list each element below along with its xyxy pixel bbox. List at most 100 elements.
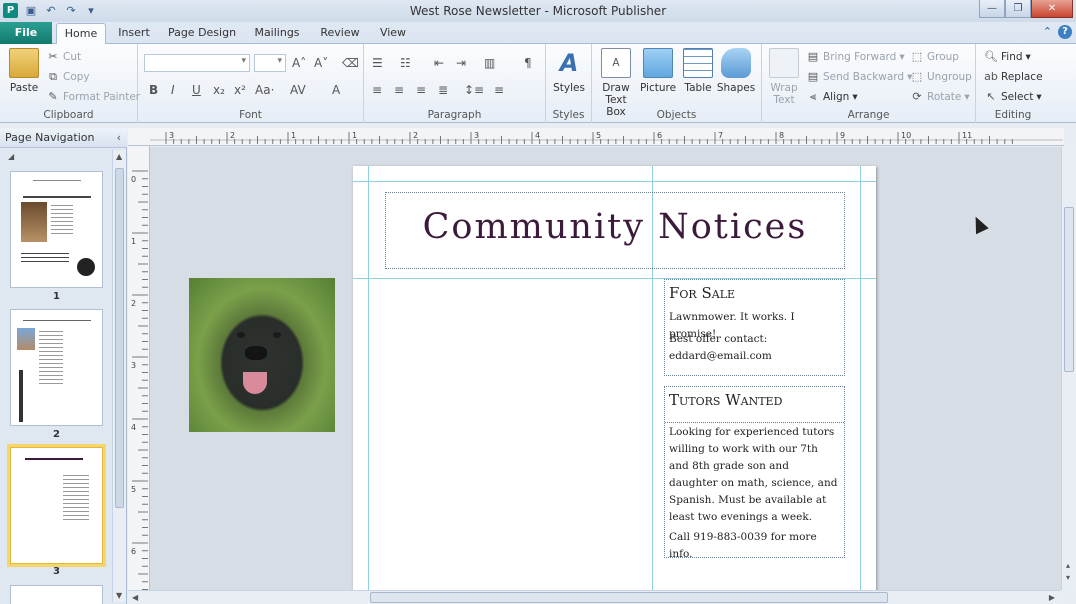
document-workspace[interactable]: Community Notices For Sale Lawnmower. It… [150,147,1061,590]
align-left-icon[interactable]: ≡ [372,83,382,97]
ungroup-button[interactable]: ⬚ Ungroup [910,70,972,84]
line-spacing-icon[interactable]: ↕≡ [464,83,484,97]
subscript-button[interactable]: x₂ [213,83,225,97]
scroll-down-icon[interactable]: ▼ [116,591,122,600]
align-button[interactable]: ⫷ Align ▾ [806,90,858,104]
styles-button[interactable]: A Styles [547,48,591,94]
font-color-button[interactable]: A [332,83,340,97]
ruler-label: 9 [840,131,845,140]
bring-forward-button[interactable]: ▤ Bring Forward ▾ [806,50,905,64]
paragraph-spacing-icon[interactable]: ≡ [494,83,504,97]
vertical-scrollbar[interactable]: ▴ ▾ [1061,147,1076,590]
scroll-up-icon[interactable]: ▴ [1066,561,1070,570]
horizontal-scrollbar[interactable]: ◀ ▶ [128,590,1061,604]
chevron-down-icon: ▾ [899,51,905,63]
wrap-text-icon [769,48,799,78]
bold-button[interactable]: B [149,83,158,97]
dog-tongue [243,372,267,394]
tab-home[interactable]: Home [56,23,106,45]
font-name-combo[interactable] [144,54,250,72]
find-button[interactable]: 🔍︎ Find ▾ [984,50,1031,64]
scroll-left-icon[interactable]: ◀ [132,593,138,602]
publisher-window: P ▣ ↶ ↷ ▾ West Rose Newsletter - Microso… [0,0,1076,604]
decrease-indent-icon[interactable]: ⇤ [434,56,444,70]
shapes-button[interactable]: Shapes [714,48,758,94]
superscript-button[interactable]: x² [234,83,246,97]
title-text-box[interactable]: Community Notices [385,192,845,269]
scroll-down-icon[interactable]: ▾ [1066,573,1070,582]
justify-icon[interactable]: ≣ [438,83,448,97]
ruler-label: 4 [131,423,136,432]
expand-arrow-icon[interactable]: ◢ [8,152,14,161]
close-icon[interactable]: ✕ [1031,0,1073,18]
send-backward-button[interactable]: ▤ Send Backward ▾ [806,70,913,84]
tab-review[interactable]: Review [314,23,366,44]
horizontal-scroll-thumb[interactable] [370,592,888,603]
draw-text-box-button[interactable]: A Draw Text Box [594,48,638,118]
page-navigation-scrollbar[interactable]: ▲ ▼ [112,150,126,602]
group-button[interactable]: ⬚ Group [910,50,959,64]
page-thumbnail-2[interactable] [10,309,103,426]
change-case-button[interactable]: Aa· [255,83,274,97]
group-clipboard: Paste ✂ Cut ⧉ Copy ✎ Format Painter Clipboa… [0,44,140,123]
ruler-label: 6 [657,131,662,140]
tab-view[interactable]: View [372,23,414,44]
thumb-text-block [21,252,69,262]
tab-mailings[interactable]: Mailings [248,23,306,44]
cut-button[interactable]: ✂ Cut [46,50,81,64]
page-number-1: 1 [53,291,60,302]
character-spacing-button[interactable]: AV [290,83,306,97]
vertical-ruler[interactable]: 0 1 2 3 4 5 6 [128,146,150,592]
tutors-wanted-text-box[interactable]: Tutors Wanted Looking for experienced tu… [664,386,845,560]
tab-page-design[interactable]: Page Design [164,23,240,44]
tab-file[interactable]: File [0,22,52,44]
dog-photo[interactable] [189,278,335,432]
numbering-icon[interactable]: ☷ [400,56,411,70]
binoculars-icon: 🔍︎ [984,50,998,63]
align-right-icon[interactable]: ≡ [416,83,426,97]
increase-indent-icon[interactable]: ⇥ [456,56,466,70]
columns-icon[interactable]: ▥ [484,56,495,70]
ungroup-icon: ⬚ [911,70,923,83]
group-label-paragraph: Paragraph [427,109,482,121]
italic-button[interactable]: I [171,83,175,97]
help-icon[interactable]: ? [1058,25,1072,39]
maximize-icon[interactable]: ❐ [1005,0,1031,18]
grow-font-icon[interactable]: A˄ [292,56,306,70]
vertical-scroll-thumb[interactable] [1064,207,1074,372]
bullets-icon[interactable]: ☰ [372,56,383,70]
thumb-text-block [39,328,63,384]
publication-page[interactable]: Community Notices For Sale Lawnmower. It… [353,166,876,590]
thumb-vertical-title [19,370,23,422]
ruler-label: 1 [291,131,296,140]
scissors-icon: ✂ [48,50,58,63]
picture-button[interactable]: Picture [636,48,680,94]
shrink-font-icon[interactable]: A˅ [314,56,328,70]
page-thumbnail-3[interactable] [7,444,106,567]
rotate-button[interactable]: ⟳ Rotate ▾ [910,90,969,104]
align-center-icon[interactable]: ≡ [394,83,404,97]
page-navigation-pane: Page Navigation ‹ ◢ 1 2 3 ▲ ▼ [0,128,127,604]
clear-formatting-icon[interactable]: ⌫ [342,56,359,70]
minimize-ribbon-icon[interactable]: ⌃ [1043,25,1052,39]
format-painter-button[interactable]: ✎ Format Painter [46,90,140,104]
select-button[interactable]: ↖ Select ▾ [984,90,1041,104]
tab-insert[interactable]: Insert [112,23,156,44]
replace-button[interactable]: ab Replace [984,70,1042,84]
text-box-icon: A [601,48,631,78]
scroll-thumb[interactable] [115,168,124,508]
pilcrow-button[interactable]: ¶ [524,56,532,70]
collapse-pane-icon[interactable]: ‹ [117,128,121,148]
font-size-combo[interactable] [254,54,286,72]
wrap-text-button[interactable]: Wrap Text [762,48,806,106]
scroll-right-icon[interactable]: ▶ [1049,593,1055,602]
for-sale-text-box[interactable]: For Sale Lawnmower. It works. I promise!… [664,279,845,376]
minimize-icon[interactable]: — [979,0,1005,18]
underline-button[interactable]: U [192,83,201,97]
horizontal-ruler[interactable]: 3 2 1 1 2 3 4 5 6 7 8 9 10 11 [128,128,1064,146]
page-thumbnail-4[interactable] [10,585,103,604]
copy-button[interactable]: ⧉ Copy [46,70,90,84]
scroll-up-icon[interactable]: ▲ [116,152,122,161]
page-thumbnail-1[interactable] [10,171,103,288]
paste-button[interactable]: Paste [2,48,46,94]
